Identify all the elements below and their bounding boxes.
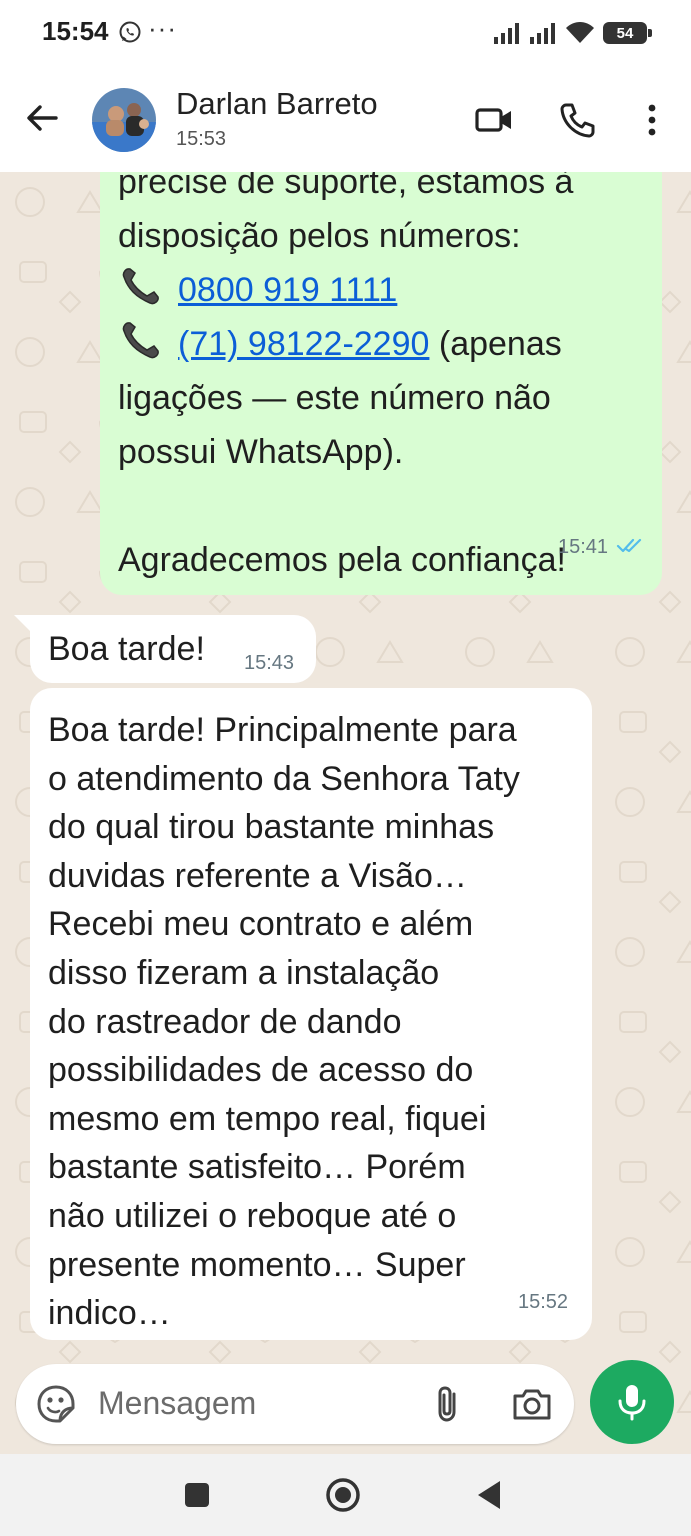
message-line: disposição pelos números: <box>118 217 521 255</box>
contact-name[interactable]: Darlan Barreto <box>176 86 378 122</box>
voice-message-button[interactable] <box>590 1360 674 1444</box>
sticker-emoji-icon[interactable] <box>36 1384 76 1424</box>
phone-link-0800[interactable]: 0800 919 1111 <box>178 271 397 309</box>
phone-line-1: 0800 919 1111 <box>118 263 658 317</box>
back-nav-icon[interactable] <box>472 1476 510 1514</box>
wifi-icon <box>566 22 594 43</box>
system-navigation-bar <box>0 1454 691 1536</box>
outgoing-message[interactable]: precise de suporte, estamos à disposição… <box>100 172 662 595</box>
message-line: precise de suporte, estamos à <box>118 172 574 201</box>
home-icon[interactable] <box>324 1476 362 1514</box>
message-input-bar[interactable]: Mensagem <box>16 1364 574 1444</box>
chat-header: Darlan Barreto 15:53 <box>0 66 691 172</box>
last-seen: 15:53 <box>176 128 227 150</box>
voice-call-icon[interactable] <box>558 100 598 140</box>
chat-area[interactable]: precise de suporte, estamos à disposição… <box>0 172 691 1454</box>
back-arrow-icon[interactable] <box>24 100 60 136</box>
incoming-message-text: Boa tarde! <box>48 630 205 668</box>
more-options-icon[interactable] <box>632 100 672 140</box>
phone-link-mobile[interactable]: (71) 98122-2290 <box>178 325 429 363</box>
more-notifications: ··· <box>148 13 177 43</box>
whatsapp-notification-icon <box>119 21 141 43</box>
incoming-message-text: Boa tarde! Principalmente para o atendim… <box>48 711 520 1333</box>
status-icons: 54 <box>493 18 652 48</box>
phone-note: (apenas <box>429 325 562 363</box>
status-time: 15:54 <box>42 16 109 46</box>
message-input[interactable]: Mensagem <box>98 1385 256 1422</box>
signal-icon <box>530 23 555 44</box>
message-time: 15:43 <box>244 652 295 674</box>
microphone-icon <box>618 1385 646 1421</box>
battery-level: 54 <box>616 24 634 42</box>
message-time: 15:52 <box>518 1291 569 1313</box>
status-bar: 15:54 ··· 54 <box>0 0 691 66</box>
message-line: ligações — este número não <box>118 379 551 417</box>
avatar[interactable] <box>92 88 156 152</box>
telephone-receiver-icon <box>122 268 159 305</box>
telephone-receiver-icon <box>122 322 159 359</box>
signal-icon <box>494 23 519 44</box>
battery-icon: 54 <box>603 22 652 44</box>
attach-icon[interactable] <box>430 1384 466 1424</box>
incoming-message[interactable]: Boa tarde! 15:43 <box>30 615 316 683</box>
message-time: 15:41 <box>558 536 609 558</box>
recent-apps-icon[interactable] <box>178 1476 216 1514</box>
message-line: possui WhatsApp). <box>118 433 404 471</box>
outgoing-message-text: precise de suporte, estamos à disposição… <box>118 172 658 587</box>
read-ticks-icon <box>616 538 642 553</box>
video-call-icon[interactable] <box>474 100 514 140</box>
camera-icon[interactable] <box>510 1384 554 1424</box>
incoming-message[interactable]: Boa tarde! Principalmente para o atendim… <box>30 688 592 1340</box>
phone-line-2: (71) 98122-2290 (apenas <box>118 317 658 371</box>
